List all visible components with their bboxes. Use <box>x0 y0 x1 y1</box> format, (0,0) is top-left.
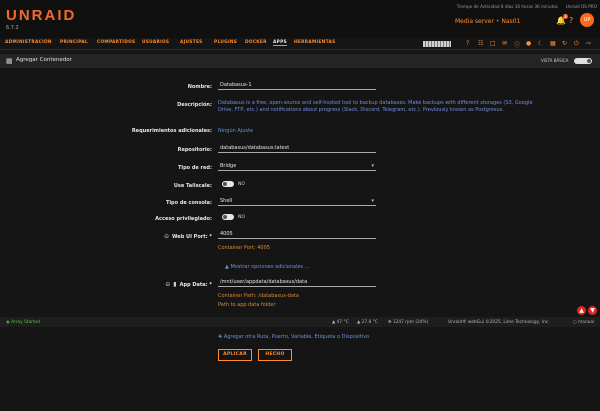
main-nav: ADMINISTRACIÓN PRINCIPAL COMPARTIDOS USU… <box>0 38 600 50</box>
nav-item-main[interactable]: PRINCIPAL <box>60 40 88 45</box>
nav-item-settings[interactable]: AJUSTES <box>180 40 203 45</box>
privileged-value: NO <box>238 215 245 220</box>
log-icon[interactable]: ☷ <box>478 40 483 47</box>
unraid-logo[interactable]: UNRAID <box>6 7 76 24</box>
add-config-label: Agregar otra Ruta, Puerto, Variable, Eti… <box>223 334 370 340</box>
appdata-description: Path to app data folder <box>218 302 276 308</box>
requirements-label: Requerimientos adicionales: <box>131 128 212 134</box>
power-icon[interactable]: ⏻ <box>574 40 579 48</box>
webui-container-port: Container Port: 4005 <box>218 245 270 251</box>
feedback-icon[interactable]: ✉ <box>502 40 507 47</box>
show-more-settings[interactable]: ▲ Mostrar opciones adicionales ... <box>225 264 310 270</box>
nav-item-docker[interactable]: DOCKER <box>245 40 267 45</box>
uptime-text: Tiempo de Actividad 8 días 16 horas 36 m… <box>456 4 558 9</box>
network-type-label: Tipo de red: <box>177 165 212 171</box>
repository-input[interactable]: databasus/databasus:latest <box>218 145 376 153</box>
add-config-link[interactable]: ✚ Agregar otra Ruta, Puerto, Variable, E… <box>218 334 369 340</box>
array-status: ◉ Array Started <box>6 320 40 325</box>
board-temp: ▲ 27.8 °C <box>357 320 378 325</box>
folder-icon: ▮ <box>173 281 177 288</box>
name-input[interactable]: Databasus-1 <box>218 82 376 90</box>
notification-badge: 3 <box>563 14 568 19</box>
appdata-label-text: App Data: * <box>179 282 212 288</box>
lock-icon[interactable]: ● <box>526 40 531 47</box>
sleep-icon[interactable]: ☾ <box>538 40 543 47</box>
description-label: Descripción: <box>177 102 212 108</box>
tailscale-toggle[interactable] <box>222 181 234 187</box>
scroll-down-button[interactable]: ▼ <box>588 306 597 315</box>
manual-link[interactable]: ○ manual <box>573 320 594 325</box>
fan-speed: ❋ 1247 rpm (24%) <box>388 320 429 325</box>
requirements-value: Ningún Ajuste <box>218 128 254 134</box>
grid-icon[interactable]: ▦ <box>550 40 556 47</box>
server-description: Media server <box>455 18 494 25</box>
console-type-select[interactable]: Shell <box>218 198 376 206</box>
help-icon[interactable]: ? <box>569 16 573 25</box>
nav-item-plugins[interactable]: PLUGINS <box>214 40 237 45</box>
server-name[interactable]: Nas01 <box>501 18 520 25</box>
repository-label: Repositorio: <box>177 147 212 153</box>
version-label: 6.7.2 <box>6 25 19 31</box>
console-type-label: Tipo de consola: <box>165 200 212 206</box>
nav-item-admin[interactable]: ADMINISTRACIÓN <box>5 40 52 45</box>
privileged-toggle[interactable] <box>222 214 234 220</box>
top-header: UNRAID 6.7.2 Tiempo de Actividad 8 días … <box>0 0 600 38</box>
basic-view-label: VISTA BÁSICA <box>541 58 569 63</box>
page-title: Agregar Contenedor <box>16 57 72 63</box>
appdata-input[interactable]: /mnt/user/appdata/databasus/data <box>218 279 376 287</box>
scroll-up-button[interactable]: ▲ <box>577 306 586 315</box>
info-icon[interactable]: ⓘ <box>514 40 520 49</box>
grid-icon: ▦ <box>6 57 13 65</box>
network-type-select[interactable]: Bridge <box>218 163 376 171</box>
copyright-text: Unraid® webGui ©2025, Lime Technology, I… <box>448 320 550 325</box>
tailscale-label: Use Tailscale: <box>173 183 212 189</box>
system-thumbnail[interactable] <box>423 41 451 47</box>
remove-icon[interactable]: ⊝ <box>165 281 170 288</box>
basic-view-toggle[interactable] <box>574 58 592 64</box>
nav-item-users[interactable]: USUARIOS <box>142 40 169 45</box>
done-button[interactable]: HECHO <box>258 349 292 361</box>
page-title-bar: ▦ Agregar Contenedor VISTA BÁSICA <box>0 54 600 68</box>
help-icon[interactable]: ? <box>466 40 469 47</box>
server-info: Media server • Nas01 <box>455 18 521 25</box>
webui-port-label-text: Web UI Port: * <box>171 234 212 240</box>
appdata-label: ⊝ ▮ App Data: * <box>100 281 212 288</box>
name-label: Nombre: <box>187 84 212 90</box>
avatar[interactable]: UP <box>580 13 594 27</box>
tailscale-value: NO <box>238 182 245 187</box>
webui-port-input[interactable]: 4005 <box>218 231 376 239</box>
terminal-icon[interactable]: □ <box>490 40 496 47</box>
nav-item-shares[interactable]: COMPARTIDOS <box>97 40 135 45</box>
webui-port-label: ⊝ Web UI Port: * <box>100 233 212 240</box>
privileged-label: Acceso privilegiado: <box>155 216 212 222</box>
description-text: Databasus is a free, open-source and sel… <box>218 100 533 113</box>
license-text: Unraid OS PRO <box>565 4 597 9</box>
remove-icon[interactable]: ⊝ <box>164 233 169 240</box>
logout-icon[interactable]: ⇨ <box>586 40 591 47</box>
status-bar: ◉ Array Started ▲ 47 °C ▲ 27.8 °C ❋ 1247… <box>0 317 600 327</box>
show-more-settings-label: Mostrar opciones adicionales ... <box>230 264 310 270</box>
appdata-container-path: Container Path: /databasus-data <box>218 293 299 299</box>
cpu-temp: ▲ 47 °C <box>332 320 349 325</box>
nav-item-tools[interactable]: HERRAMIENTAS <box>294 40 336 45</box>
apply-button[interactable]: APLICAR <box>218 349 252 361</box>
nav-item-apps[interactable]: APPS <box>273 40 287 46</box>
refresh-icon[interactable]: ↻ <box>562 40 567 47</box>
